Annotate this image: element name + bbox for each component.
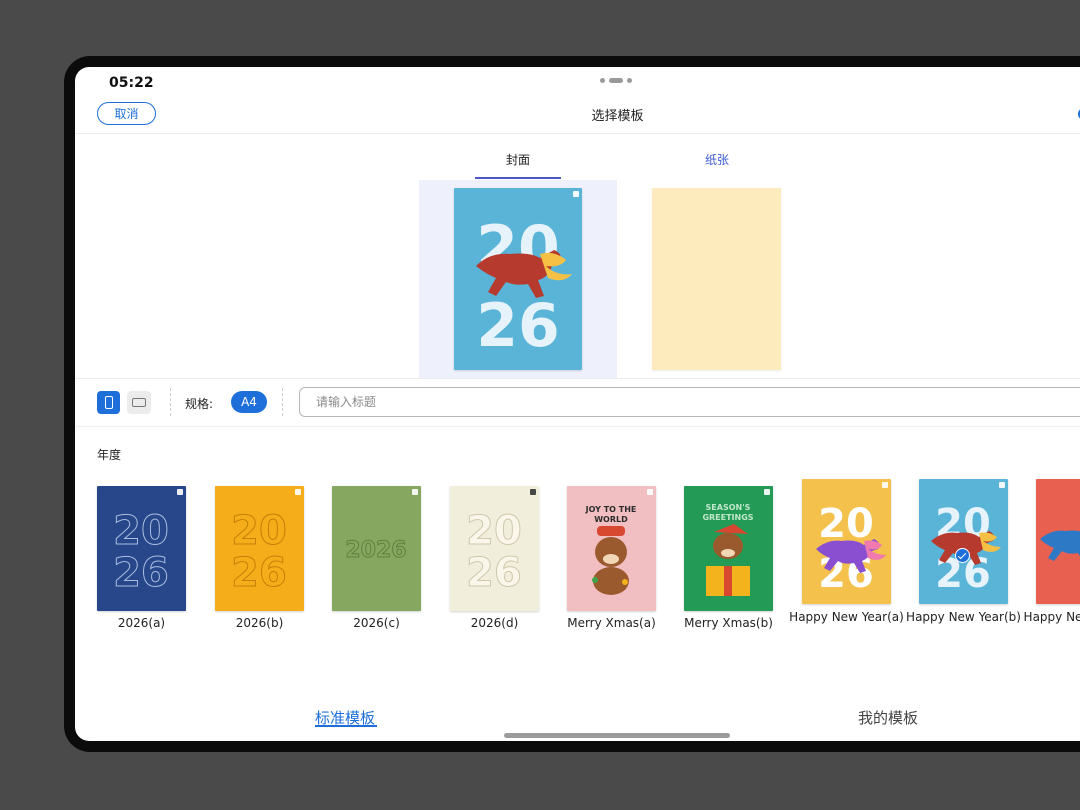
template-name: Merry Xmas(a): [567, 616, 656, 630]
screen: 05:22 取消 选择模板 封面 纸张 20 26 规格: A4 年度 20 2…: [75, 67, 1080, 741]
toolbar-separator: [170, 388, 171, 416]
horse-2026-artwork: 20 26: [476, 213, 572, 361]
lock-icon: [295, 489, 301, 495]
section-label-annual: 年度: [97, 448, 122, 462]
landscape-orientation-button[interactable]: [127, 391, 151, 414]
cover-preview[interactable]: 20 26: [454, 188, 582, 370]
svg-text:2026: 2026: [345, 538, 406, 563]
template-name: 2026(c): [353, 616, 400, 630]
landscape-icon: [132, 398, 146, 407]
template-cover: 2026: [332, 486, 421, 611]
paper-preview[interactable]: [652, 188, 781, 370]
template-name: 2026(b): [235, 616, 284, 630]
lock-icon: [999, 482, 1005, 488]
svg-text:26: 26: [231, 550, 287, 596]
spec-a4-chip[interactable]: A4: [231, 391, 267, 413]
svg-text:26: 26: [476, 291, 560, 361]
svg-text:WORLD: WORLD: [594, 515, 628, 524]
tab-paper[interactable]: 纸张: [674, 151, 760, 168]
portrait-icon: [104, 396, 113, 409]
svg-text:26: 26: [113, 550, 169, 596]
template-cover: SEASON'S GREETINGS: [684, 486, 773, 611]
svg-text:JOY TO THE: JOY TO THE: [585, 505, 637, 514]
portrait-orientation-button[interactable]: [97, 391, 120, 414]
template-name: Happy New Year(a): [789, 610, 904, 624]
lock-icon: [882, 482, 888, 488]
lock-icon: [177, 489, 183, 495]
template-cover: JOY TO THE WORLD: [567, 486, 656, 611]
template-name: Happy New Year(b): [906, 610, 1021, 624]
page-title: 选择模板: [591, 109, 644, 124]
title-input[interactable]: [299, 387, 1080, 417]
lock-icon: [530, 489, 536, 495]
tab-cover[interactable]: 封面: [475, 151, 561, 168]
toolbar-divider: [75, 378, 1080, 379]
svg-text:26: 26: [466, 550, 522, 596]
svg-text:20: 20: [466, 508, 522, 554]
svg-text:20: 20: [231, 508, 287, 554]
template-name: Merry Xmas(b): [684, 616, 773, 630]
lock-icon: [573, 191, 579, 197]
tab-my-templates[interactable]: 我的模板: [858, 707, 918, 728]
template-cover: 20 26: [802, 479, 891, 604]
template-cover: 20 26: [450, 486, 539, 611]
template-name: 2026(d): [470, 616, 519, 630]
template-cover: 20 26: [215, 486, 304, 611]
template-cover: [1036, 479, 1080, 604]
bottom-tab-indicator: [315, 725, 377, 727]
toolbar-separator: [282, 388, 283, 416]
svg-text:GREETINGS: GREETINGS: [702, 513, 753, 522]
status-time: 05:22: [109, 75, 154, 91]
svg-text:SEASON'S: SEASON'S: [706, 503, 751, 512]
template-name: Happy New Year(c): [1023, 610, 1080, 624]
template-cover: 20 26: [97, 486, 186, 611]
template-cover: 20 26: [919, 479, 1008, 604]
template-name: 2026(a): [117, 616, 166, 630]
svg-text:20: 20: [818, 501, 874, 547]
svg-text:20: 20: [113, 508, 169, 554]
lock-icon: [764, 489, 770, 495]
tab-indicator: [475, 177, 561, 179]
home-indicator[interactable]: [504, 733, 730, 738]
header-divider: [75, 133, 1080, 134]
spec-label: 规格:: [185, 397, 214, 411]
multi-window-handle[interactable]: [600, 78, 632, 83]
lock-icon: [412, 489, 418, 495]
toolbar-bottom-divider: [75, 426, 1080, 427]
lock-icon: [647, 489, 653, 495]
selected-check-icon: [955, 548, 970, 563]
